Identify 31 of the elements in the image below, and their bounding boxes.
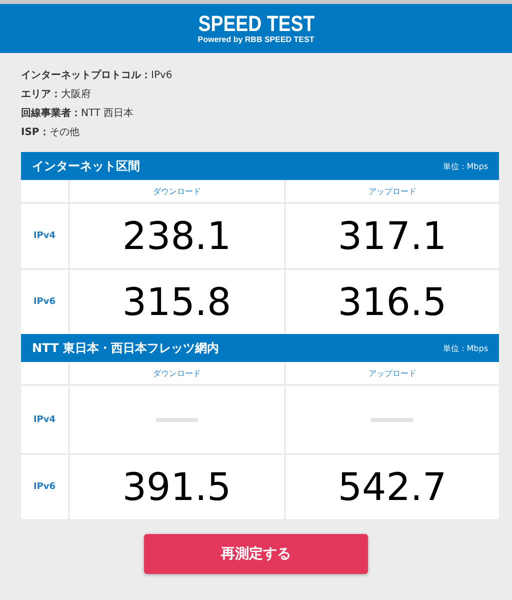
row-header: IPv6	[21, 455, 68, 519]
info-label: ISP：	[21, 127, 50, 138]
info-value: 大阪府	[61, 89, 91, 100]
info-label: インターネットプロトコル：	[21, 70, 151, 81]
section-title: インターネット区間	[32, 158, 140, 174]
column-header: アップロード	[286, 180, 499, 202]
speed-value: 317.1	[286, 204, 499, 268]
speed-value: 316.5	[286, 270, 499, 334]
app-subtitle: Powered by RBB SPEED TEST	[198, 35, 314, 44]
row-header: IPv4	[21, 386, 68, 453]
row-header: IPv6	[21, 270, 68, 334]
info-value: IPv6	[151, 70, 172, 81]
column-header: ダウンロード	[70, 180, 284, 202]
table-cell	[21, 362, 68, 384]
column-header: アップロード	[286, 362, 499, 384]
speed-value: 315.8	[70, 270, 284, 334]
info-value: NTT 西日本	[81, 108, 134, 119]
unit-label: 単位：Mbps	[442, 342, 488, 354]
unit-label: 単位：Mbps	[442, 160, 488, 172]
app-title: SPEED TEST	[198, 13, 314, 35]
retest-button[interactable]: 再測定する	[144, 534, 368, 574]
section-title: NTT 東日本・西日本フレッツ網内	[32, 340, 219, 356]
speed-value: 542.7	[286, 455, 499, 519]
info-label: 回線事業者：	[21, 108, 81, 119]
speed-value: 238.1	[70, 204, 284, 268]
column-header: ダウンロード	[70, 362, 284, 384]
info-value: その他	[49, 127, 80, 138]
table-cell	[21, 180, 68, 202]
info-label: エリア：	[21, 89, 61, 100]
row-header: IPv4	[21, 204, 68, 268]
speed-value: 391.5	[70, 455, 284, 519]
